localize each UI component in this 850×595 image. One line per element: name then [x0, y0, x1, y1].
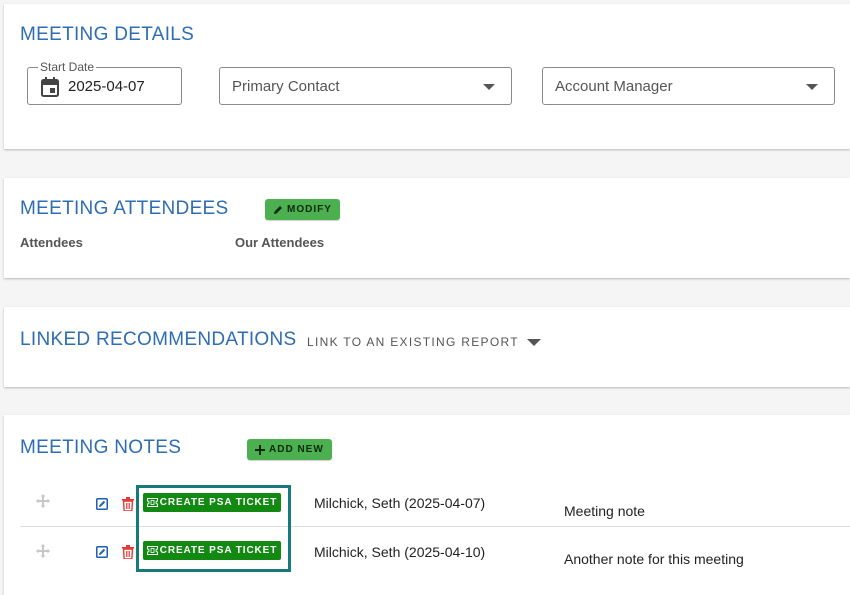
attendees-label: Attendees — [20, 235, 83, 250]
modify-attendees-button[interactable]: MODIFY — [265, 199, 340, 220]
linked-recommendations-title: LINKED RECOMMENDATIONS — [20, 329, 297, 350]
meeting-attendees-title: MEETING ATTENDEES — [20, 198, 229, 219]
pencil-icon — [274, 205, 282, 214]
linked-recommendations-card: LINKED RECOMMENDATIONS LINK TO AN EXISTI… — [4, 307, 850, 387]
start-date-field[interactable]: Start Date 2025-04-07 — [27, 60, 182, 105]
note-row: CREATE PSA TICKET Milchick, Seth (2025-0… — [20, 479, 850, 527]
primary-contact-select[interactable]: Primary Contact — [219, 67, 512, 105]
link-existing-report-label: LINK TO AN EXISTING REPORT — [307, 335, 519, 349]
our-attendees-label: Our Attendees — [235, 235, 325, 250]
ticket-icon — [146, 498, 158, 507]
account-manager-placeholder: Account Manager — [555, 78, 673, 95]
chevron-down-icon — [483, 84, 495, 90]
note-author: Milchick, Seth (2025-04-10) — [314, 544, 486, 560]
meeting-attendees-card: MEETING ATTENDEES MODIFY Attendees Our A… — [4, 178, 850, 278]
add-new-note-button[interactable]: ADD NEW — [247, 439, 332, 460]
create-psa-ticket-label: CREATE PSA TICKET — [159, 497, 278, 508]
chevron-down-icon — [806, 84, 818, 90]
calendar-icon — [41, 77, 59, 97]
primary-contact-placeholder: Primary Contact — [232, 78, 340, 95]
drag-handle-icon[interactable] — [36, 494, 50, 508]
plus-icon — [255, 444, 265, 455]
drag-handle-icon[interactable] — [36, 544, 50, 558]
note-row: CREATE PSA TICKET Milchick, Seth (2025-0… — [20, 527, 850, 575]
modify-label: MODIFY — [287, 204, 332, 215]
meeting-notes-title: MEETING NOTES — [20, 437, 182, 458]
note-text: Meeting note — [564, 503, 645, 519]
add-new-label: ADD NEW — [269, 444, 324, 455]
edit-icon[interactable] — [96, 498, 108, 510]
note-author: Milchick, Seth (2025-04-07) — [314, 495, 486, 511]
edit-icon[interactable] — [96, 546, 108, 558]
link-existing-report-dropdown[interactable]: LINK TO AN EXISTING REPORT — [307, 335, 541, 349]
meeting-notes-card: MEETING NOTES ADD NEW CREATE PSA TICKET … — [4, 415, 850, 595]
note-text: Another note for this meeting — [564, 551, 744, 567]
create-psa-ticket-label: CREATE PSA TICKET — [159, 545, 278, 556]
ticket-icon — [146, 546, 158, 555]
create-psa-ticket-button[interactable]: CREATE PSA TICKET — [143, 493, 281, 512]
trash-icon[interactable] — [122, 545, 134, 559]
trash-icon[interactable] — [122, 497, 134, 511]
caret-down-icon — [526, 338, 541, 346]
meeting-details-title: MEETING DETAILS — [20, 24, 195, 45]
start-date-label: Start Date — [38, 60, 97, 74]
meeting-details-card: MEETING DETAILS Start Date 2025-04-07 Pr… — [4, 4, 850, 149]
create-psa-ticket-button[interactable]: CREATE PSA TICKET — [143, 541, 281, 560]
start-date-value: 2025-04-07 — [68, 78, 145, 95]
account-manager-select[interactable]: Account Manager — [542, 67, 835, 105]
